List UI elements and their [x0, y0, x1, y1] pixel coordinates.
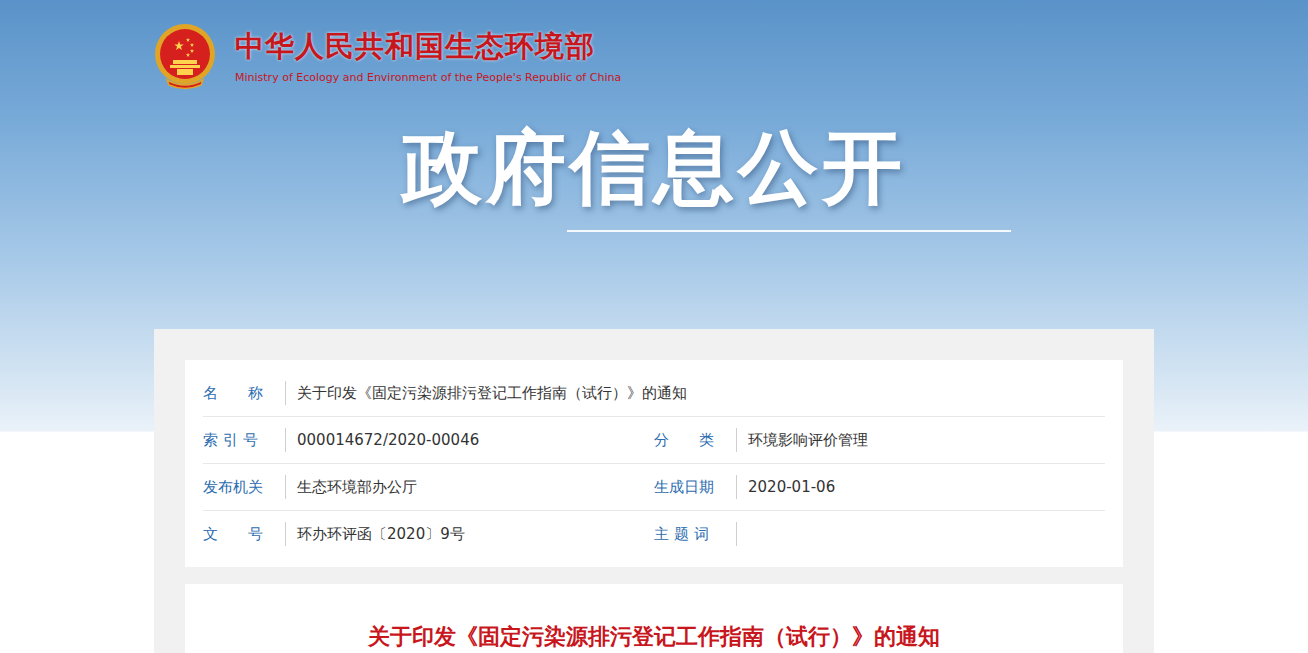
cell-value: 2020-01-06 [737, 478, 835, 496]
cell-separator [285, 522, 286, 546]
ministry-name-en: Ministry of Ecology and Environment of t… [235, 70, 621, 86]
cell-value: 生态环境部办公厅 [286, 478, 417, 497]
info-row: 发布机关生态环境部办公厅生成日期2020-01-06 [203, 464, 1105, 511]
info-row: 名 称关于印发《固定污染源排污登记工作指南（试行）》的通知 [203, 370, 1105, 417]
cell-label: 文 号 [203, 525, 285, 544]
ministry-name: 中华人民共和国生态环境部 [235, 28, 621, 64]
cell-label: 分 类 [654, 431, 736, 450]
cell-separator [285, 381, 286, 405]
cell-label: 发布机关 [203, 478, 285, 497]
cell-label: 生成日期 [654, 478, 736, 497]
cell-value: 环境影响评价管理 [737, 431, 868, 450]
info-row: 索 引 号000014672/2020-00046分 类环境影响评价管理 [203, 417, 1105, 464]
national-emblem-icon [153, 22, 217, 90]
content-panel: 名 称关于印发《固定污染源排污登记工作指南（试行）》的通知索 引 号000014… [154, 329, 1154, 653]
info-cell: 索 引 号000014672/2020-00046 [203, 417, 654, 463]
info-cell: 发布机关生态环境部办公厅 [203, 464, 654, 510]
document-title: 关于印发《固定污染源排污登记工作指南（试行）》的通知 [205, 622, 1103, 652]
banner-title: 政府信息公开 [0, 118, 1308, 218]
cell-separator [736, 522, 737, 546]
info-cell: 名 称关于印发《固定污染源排污登记工作指南（试行）》的通知 [203, 370, 1105, 416]
page: 中华人民共和国生态环境部 Ministry of Ecology and Envi… [0, 0, 1308, 653]
info-cell: 主 题 词 [654, 511, 1105, 557]
cell-label: 索 引 号 [203, 431, 285, 450]
site-header: 中华人民共和国生态环境部 Ministry of Ecology and Envi… [0, 0, 1308, 329]
cell-separator [285, 428, 286, 452]
info-table: 名 称关于印发《固定污染源排污登记工作指南（试行）》的通知索 引 号000014… [185, 360, 1123, 567]
cell-separator [736, 428, 737, 452]
banner-underline [567, 230, 1011, 232]
cell-separator [736, 475, 737, 499]
cell-value: 关于印发《固定污染源排污登记工作指南（试行）》的通知 [286, 384, 687, 403]
cell-label: 主 题 词 [654, 525, 736, 544]
document-card: 关于印发《固定污染源排污登记工作指南（试行）》的通知 [185, 584, 1123, 653]
cell-separator [285, 475, 286, 499]
info-cell: 生成日期2020-01-06 [654, 464, 1105, 510]
info-cell: 分 类环境影响评价管理 [654, 417, 1105, 463]
cell-label: 名 称 [203, 384, 285, 403]
info-cell: 文 号环办环评函〔2020〕9号 [203, 511, 654, 557]
ministry-brand[interactable]: 中华人民共和国生态环境部 Ministry of Ecology and Envi… [153, 22, 621, 90]
info-row: 文 号环办环评函〔2020〕9号主 题 词 [203, 511, 1105, 557]
cell-value: 000014672/2020-00046 [286, 431, 479, 449]
cell-value: 环办环评函〔2020〕9号 [286, 525, 465, 544]
